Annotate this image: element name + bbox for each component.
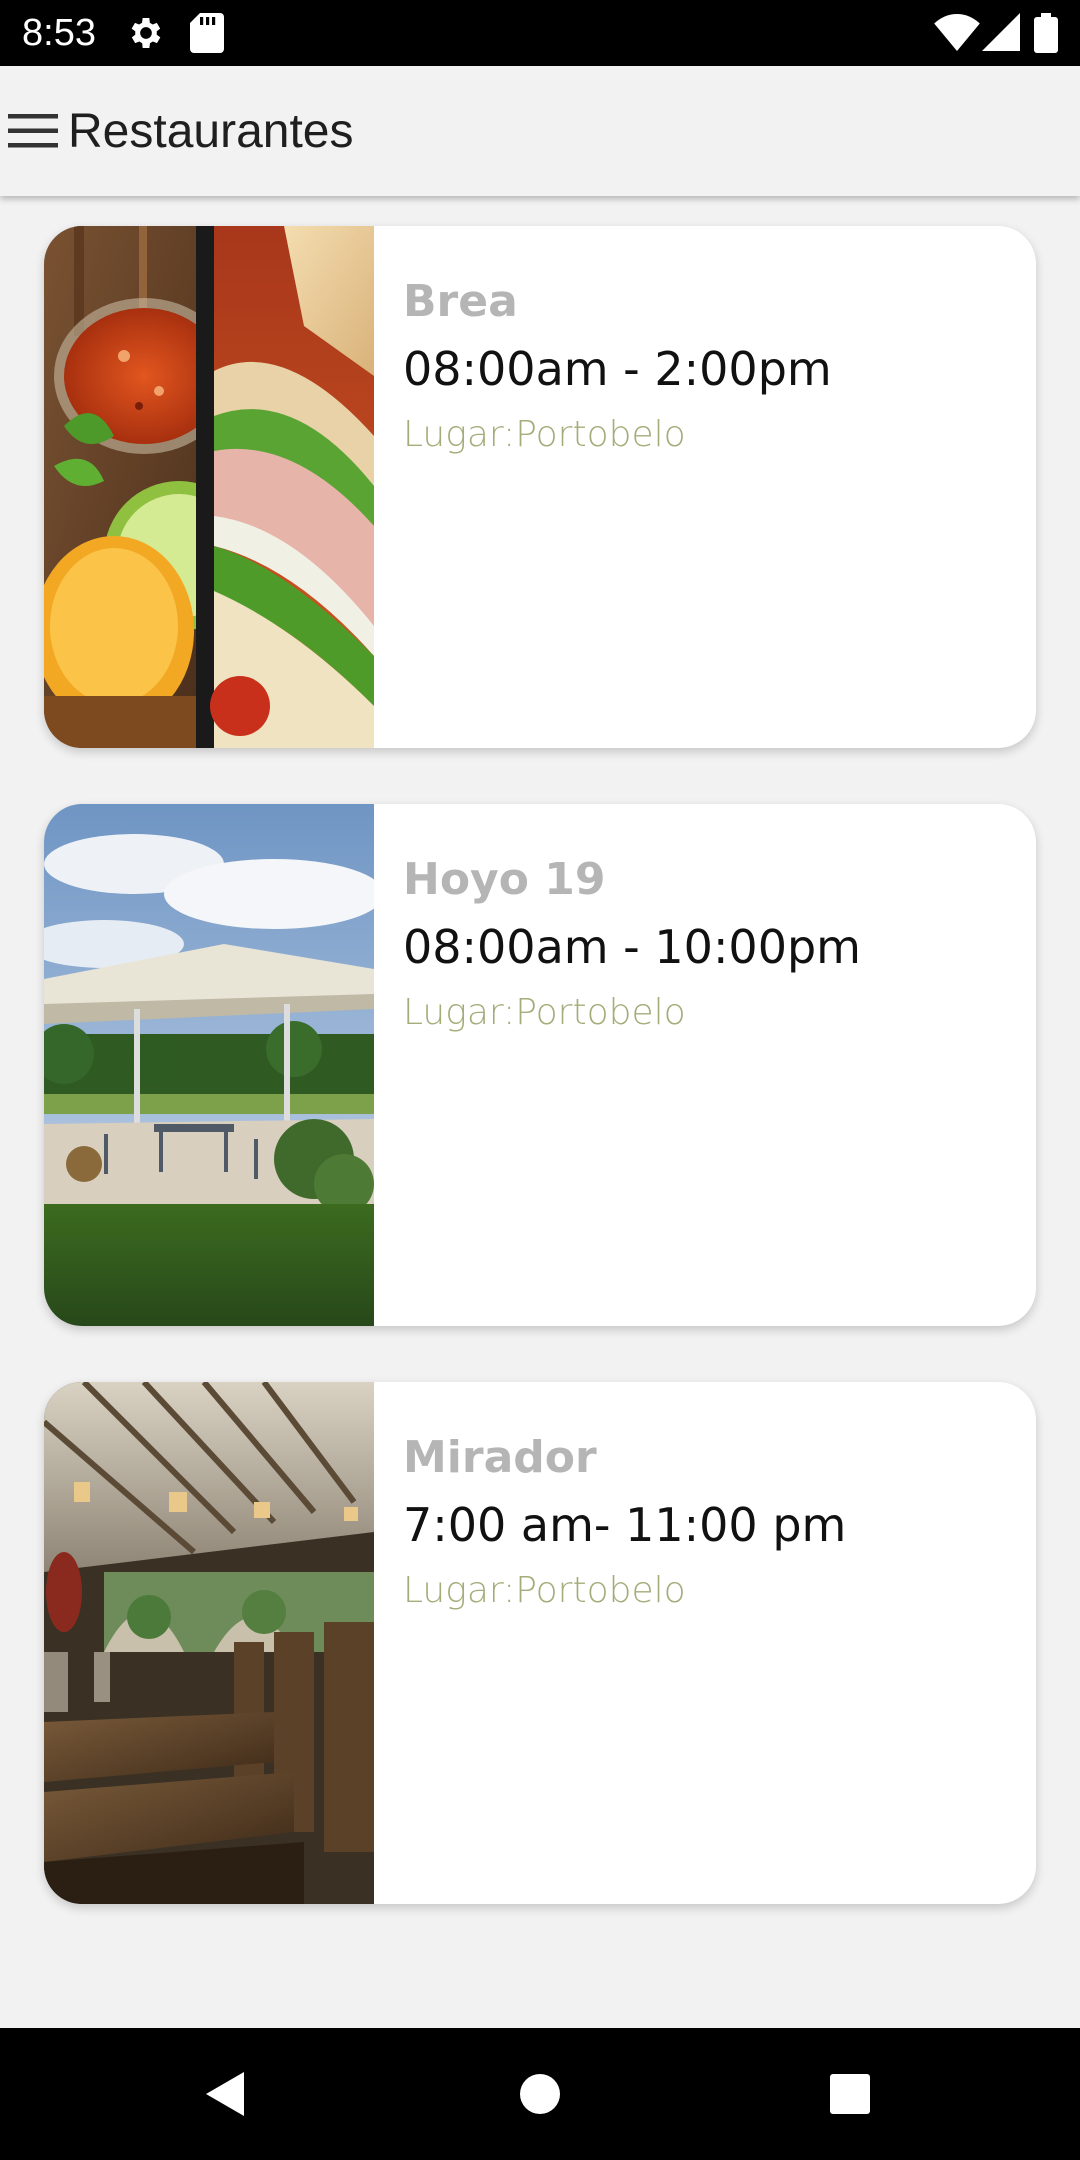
- wifi-icon: [934, 13, 980, 51]
- sd-card-icon: [190, 13, 224, 53]
- restaurant-card-mirador[interactable]: Mirador 7:00 am- 11:00 pm Lugar:Portobel…: [44, 1382, 1036, 1904]
- restaurant-card-brea[interactable]: Brea 08:00am - 2:00pm Lugar:Portobelo: [44, 226, 1036, 748]
- app-bar: Restaurantes: [0, 66, 1080, 196]
- restaurant-name: Mirador: [403, 1432, 597, 1483]
- status-time: 8:53: [22, 12, 96, 54]
- restaurant-image-dining-hall: [44, 1382, 374, 1904]
- restaurant-hours: 08:00am - 2:00pm: [403, 342, 832, 396]
- restaurant-name: Brea: [403, 276, 518, 327]
- restaurant-list: Brea 08:00am - 2:00pm Lugar:Portobelo Ho…: [0, 196, 1080, 2028]
- navigation-bar: [0, 2028, 1080, 2160]
- battery-icon: [1034, 13, 1058, 53]
- restaurant-name: Hoyo 19: [403, 854, 606, 905]
- status-bar: 8:53: [0, 0, 1080, 66]
- restaurant-place: Lugar:Portobelo: [403, 1570, 686, 1611]
- back-icon[interactable]: [196, 2064, 256, 2124]
- recents-icon[interactable]: [822, 2064, 882, 2124]
- page-title: Restaurantes: [68, 105, 354, 158]
- restaurant-card-hoyo-19[interactable]: Hoyo 19 08:00am - 10:00pm Lugar:Portobel…: [44, 804, 1036, 1326]
- settings-icon: [131, 18, 161, 48]
- restaurant-hours: 08:00am - 10:00pm: [403, 920, 861, 974]
- restaurant-image-terrace: [44, 804, 374, 1326]
- menu-icon[interactable]: [6, 110, 60, 152]
- restaurant-place: Lugar:Portobelo: [403, 414, 686, 455]
- restaurant-image-food: [44, 226, 374, 748]
- signal-icon: [982, 13, 1020, 51]
- restaurant-place: Lugar:Portobelo: [403, 992, 686, 1033]
- home-icon[interactable]: [510, 2064, 570, 2124]
- restaurant-hours: 7:00 am- 11:00 pm: [403, 1498, 847, 1552]
